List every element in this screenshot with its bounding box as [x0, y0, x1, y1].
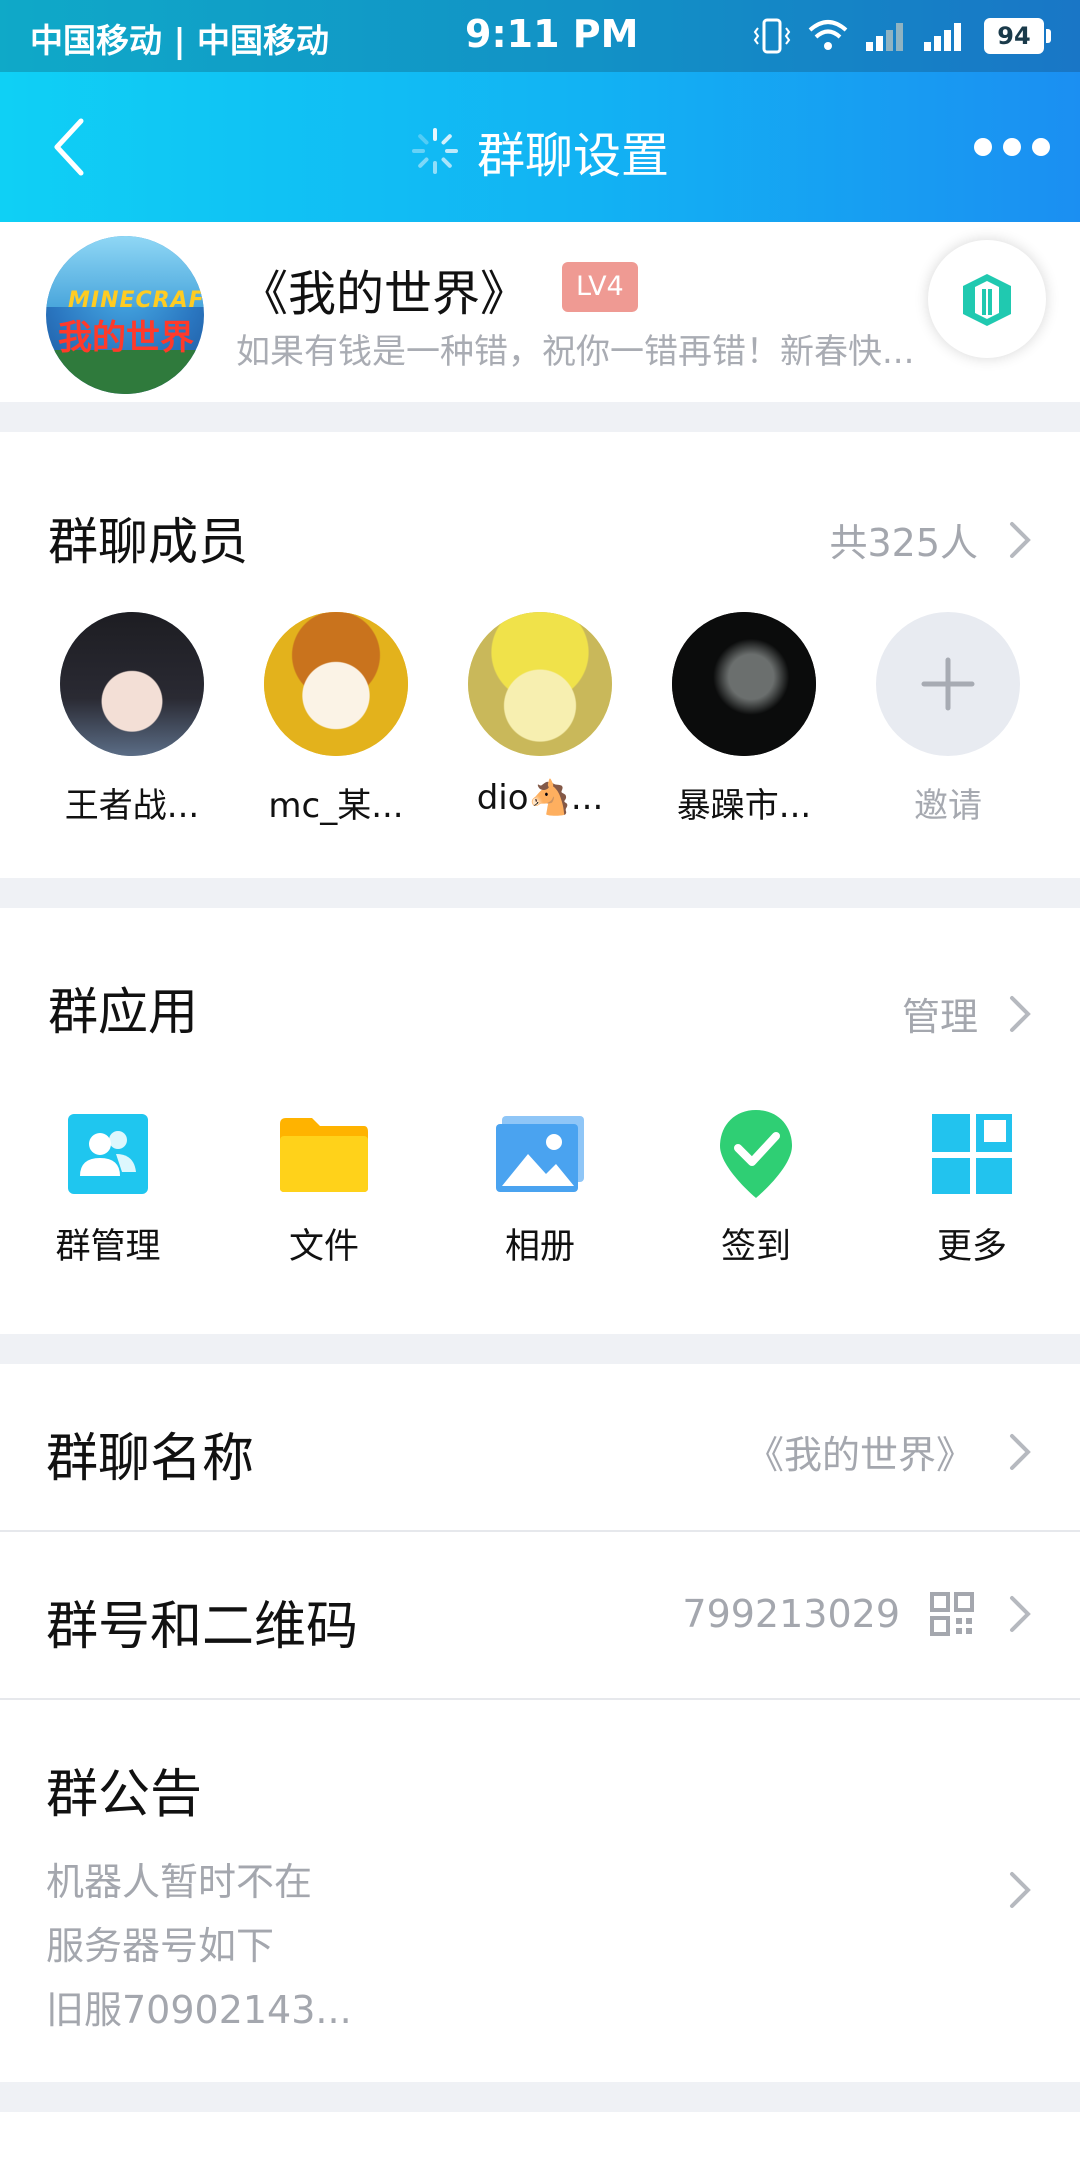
notice-line: 旧服70902143... [46, 1988, 352, 2032]
notice-line: 服务器号如下 [46, 1924, 275, 1968]
app-label: 文件 [288, 1227, 359, 1267]
group-name-value: 《我的世界》 [745, 1433, 974, 1477]
battery-icon: 94 [984, 18, 1051, 54]
apps-manage-label: 管理 [901, 995, 978, 1039]
status-bar: 中国移动 | 中国移动 9:11 PM 94 [0, 0, 1080, 72]
app-label: 群管理 [55, 1227, 161, 1267]
more-dot-icon [974, 138, 992, 156]
group-id-row[interactable]: 群号和二维码 799213029 [0, 1532, 1080, 1700]
group-manage-icon [62, 1108, 154, 1200]
qr-code-icon [930, 1592, 974, 1636]
chevron-right-icon [1010, 1872, 1031, 1908]
signal-1-icon [866, 23, 903, 51]
carrier-label: 中国移动 | 中国移动 [30, 21, 330, 60]
folder-icon [278, 1108, 370, 1200]
group-name: 《我的世界》 [240, 266, 529, 322]
member-name: 暴躁市... [676, 786, 812, 826]
app-files[interactable]: 文件 [224, 1108, 424, 1269]
member-avatar [264, 612, 408, 756]
invite-label: 邀请 [914, 786, 982, 826]
more-dot-icon [1032, 138, 1050, 156]
group-motto: 如果有钱是一种错，祝你一错再错！新春快... [236, 332, 915, 372]
loading-spinner-icon [411, 128, 458, 174]
app-label: 相册 [504, 1227, 575, 1267]
group-avatar[interactable]: MINECRAFT 我的世界 [46, 236, 204, 394]
notice-label: 群公告 [46, 1765, 203, 1825]
member-name: mc_某... [268, 786, 404, 826]
nav-bar: 群聊设置 [0, 72, 1080, 222]
group-name-row[interactable]: 群聊名称 《我的世界》 [0, 1364, 1080, 1532]
group-id-value-wrap: 799213029 [682, 1592, 1034, 1636]
member-avatar [60, 612, 204, 756]
chevron-right-icon [1010, 1596, 1031, 1632]
apps-card: 群应用 管理 群管理 文件 相册 签到 更多 [0, 908, 1080, 1334]
notice-chevron-wrap [1004, 1870, 1034, 1910]
vibrate-icon [753, 18, 791, 54]
group-name-value-wrap: 《我的世界》 [746, 1424, 1034, 1479]
plus-icon [921, 657, 975, 711]
invite-button[interactable]: 邀请 [858, 612, 1038, 827]
member-name: 王者战... [64, 786, 200, 826]
app-group-manage[interactable]: 群管理 [8, 1108, 208, 1269]
status-icons: 94 [752, 14, 1051, 58]
members-count-link[interactable]: 共325人 [829, 512, 1034, 567]
notice-line: 机器人暂时不在 [46, 1860, 313, 1904]
app-label: 签到 [720, 1227, 791, 1267]
group-id-label: 群号和二维码 [46, 1597, 359, 1657]
members-card: 群聊成员 共325人 王者战... mc_某... dio🐴... 暴躁市...… [0, 432, 1080, 878]
group-name-label: 群聊名称 [46, 1429, 255, 1489]
nav-title-wrap: 群聊设置 [0, 116, 1080, 186]
avatar-logo-main: 我的世界 [58, 318, 194, 358]
apps-manage-link[interactable]: 管理 [902, 986, 1034, 1041]
group-notice-row[interactable]: 群公告 机器人暂时不在 服务器号如下 旧服70902143... [0, 1700, 1080, 2082]
checkin-icon [710, 1108, 802, 1200]
member-name: dio🐴... [476, 778, 604, 818]
chevron-right-icon [1010, 995, 1031, 1032]
app-album[interactable]: 相册 [440, 1108, 640, 1269]
member-item[interactable]: mc_某... [246, 612, 426, 827]
floating-cube-button[interactable] [928, 240, 1046, 358]
member-item[interactable]: dio🐴... [450, 612, 630, 818]
notice-preview: 机器人暂时不在 服务器号如下 旧服70902143... [46, 1850, 352, 2042]
app-label: 更多 [936, 1227, 1007, 1267]
member-item[interactable]: 王者战... [42, 612, 222, 827]
members-title: 群聊成员 [48, 513, 248, 571]
members-list: 王者战... mc_某... dio🐴... 暴躁市... 邀请 [0, 612, 1080, 826]
cube-icon [963, 274, 1011, 326]
apps-list: 群管理 文件 相册 签到 更多 [0, 1108, 1080, 1278]
apps-title: 群应用 [48, 983, 198, 1041]
member-avatar [468, 612, 612, 756]
album-icon [494, 1108, 586, 1200]
member-avatar [672, 612, 816, 756]
members-count: 共325人 [829, 521, 978, 565]
chevron-right-icon [1010, 521, 1031, 558]
more-options-button[interactable] [974, 132, 1050, 162]
level-badge: LV4 [562, 262, 638, 312]
signal-2-icon [924, 23, 961, 51]
app-more[interactable]: 更多 [872, 1108, 1072, 1269]
more-dot-icon [1003, 138, 1021, 156]
invite-avatar [876, 612, 1020, 756]
wifi-icon [808, 20, 848, 50]
group-header[interactable]: MINECRAFT 我的世界 《我的世界》 LV4 如果有钱是一种错，祝你一错再… [0, 222, 1080, 402]
next-card-peek [0, 2112, 1080, 2160]
app-checkin[interactable]: 签到 [656, 1108, 856, 1269]
page-title: 群聊设置 [476, 128, 669, 184]
group-id-value: 799213029 [682, 1592, 900, 1636]
member-item[interactable]: 暴躁市... [654, 612, 834, 827]
more-apps-icon [926, 1108, 1018, 1200]
clock: 9:11 PM [465, 12, 639, 56]
chevron-right-icon [1010, 1433, 1031, 1470]
